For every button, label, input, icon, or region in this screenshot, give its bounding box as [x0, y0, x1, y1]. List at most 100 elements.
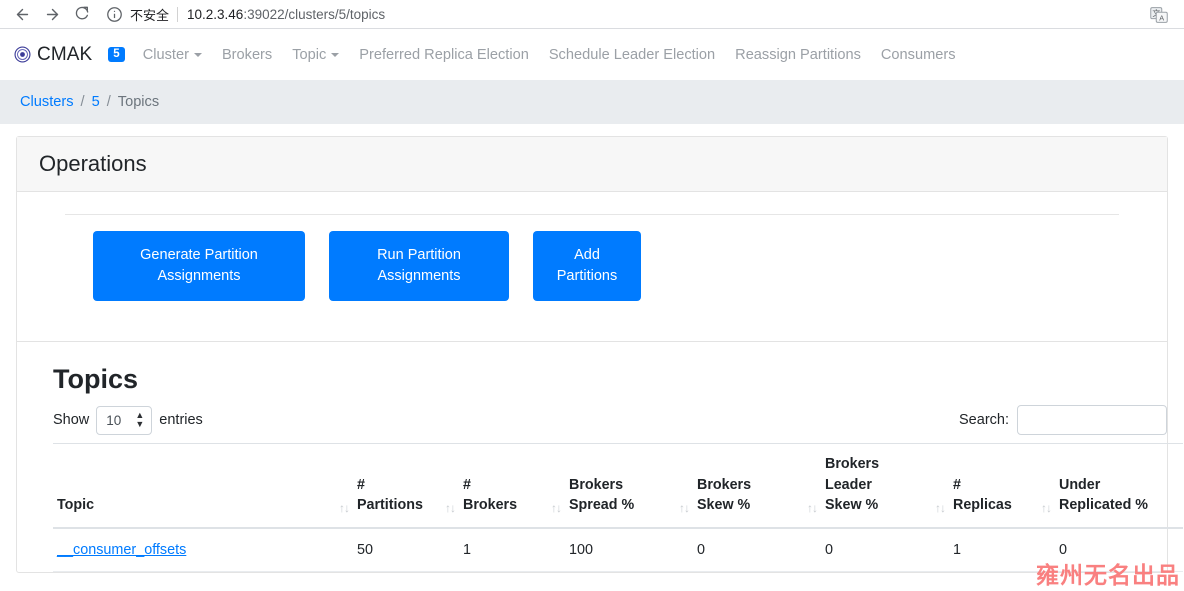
forward-arrow-icon[interactable] — [38, 0, 66, 28]
generate-partition-assignments-button[interactable]: Generate Partition Assignments — [93, 231, 305, 302]
nav-item-reassign-partitions[interactable]: Reassign Partitions — [725, 47, 871, 63]
breadcrumb: Clusters / 5 / Topics — [0, 80, 1184, 124]
run-partition-assignments-line1: Run Partition — [377, 247, 461, 263]
url-path: :39022/clusters/5/topics — [243, 6, 386, 22]
nav-item-consumers-label: Consumers — [880, 46, 956, 63]
page-size-select[interactable]: 10 25 50 100 — [96, 405, 153, 435]
col-header-topic-line1: Topic — [57, 497, 95, 514]
page-size-select-wrap: 10 25 50 100 ▲▼ — [96, 405, 153, 435]
col-header-brokers-line2: Brokers — [463, 497, 518, 514]
col-header-brokers-leader-skew-line2: Skew % — [825, 497, 879, 514]
brand-cmak[interactable]: CMAK — [14, 44, 92, 66]
sort-icon: ↑↓ — [935, 501, 946, 516]
sort-icon: ↑↓ — [339, 501, 350, 516]
operations-card-header: Operations — [17, 137, 1167, 192]
topics-table-wrap: Topic ↑↓ # Partitions ↑↓ # Brokers ↑↓ Br… — [53, 443, 1183, 573]
col-header-replicas-line1: # — [953, 476, 961, 493]
nav-item-reassign-partitions-label: Reassign Partitions — [735, 46, 861, 63]
topic-link[interactable]: __consumer_offsets — [57, 542, 186, 558]
bullseye-logo-icon — [14, 46, 31, 63]
watermark-text: 雍州无名出品 — [1036, 563, 1180, 589]
breadcrumb-item-clusters[interactable]: Clusters — [20, 94, 74, 110]
info-circle-icon[interactable] — [106, 6, 123, 23]
browser-nav-buttons — [8, 0, 96, 28]
main-content: Operations Generate Partition Assignment… — [0, 124, 1184, 574]
breadcrumb-separator: / — [80, 94, 85, 110]
table-controls: Show 10 25 50 100 ▲▼ entries — [53, 405, 1167, 436]
col-header-brokers[interactable]: # Brokers ↑↓ — [459, 443, 565, 530]
operations-card-body: Generate Partition Assignments Run Parti… — [17, 192, 1167, 327]
operations-card: Operations Generate Partition Assignment… — [16, 136, 1183, 574]
col-header-partitions[interactable]: # Partitions ↑↓ — [353, 443, 459, 530]
entries-label: entries — [159, 412, 203, 429]
nav-item-cluster[interactable]: Cluster — [133, 47, 212, 63]
nav-item-consumers[interactable]: Consumers — [871, 47, 966, 63]
nav-item-schedule-leader-election[interactable]: Schedule Leader Election — [539, 47, 725, 63]
breadcrumb-separator: / — [106, 94, 111, 110]
translate-icon[interactable]: 文 A — [1148, 4, 1170, 26]
run-partition-assignments-line2: Assignments — [377, 268, 461, 285]
sort-icon: ↑↓ — [807, 501, 818, 516]
add-partitions-line1: Add — [574, 247, 600, 263]
omnibox-divider — [177, 6, 179, 22]
col-header-brokers-leader-skew[interactable]: Brokers Leader Skew % ↑↓ — [821, 443, 949, 530]
nav-item-brokers-label: Brokers — [221, 46, 273, 63]
col-header-brokers-skew-line2: Skew % — [697, 497, 751, 514]
topics-table: Topic ↑↓ # Partitions ↑↓ # Brokers ↑↓ Br… — [53, 443, 1183, 573]
add-partitions-button[interactable]: Add Partitions — [533, 231, 641, 302]
add-partitions-line2: Partitions — [556, 268, 618, 285]
cell-brokers-skew: 0 — [693, 528, 821, 573]
operations-divider — [65, 214, 1119, 215]
nav-item-cluster-label: Cluster — [142, 46, 189, 63]
col-header-topic[interactable]: Topic ↑↓ — [53, 443, 353, 530]
col-header-replicas-line2: Replicas — [953, 497, 1012, 514]
nav-item-schedule-leader-election-label: Schedule Leader Election — [548, 46, 716, 63]
cell-brokers: 1 — [459, 528, 565, 573]
col-header-under-replicated-line2: Replicated % — [1059, 497, 1148, 514]
url-host: 10.2.3.46 — [187, 6, 244, 22]
topics-panel: Topics Show 10 25 50 100 ▲▼ — [17, 341, 1183, 573]
topics-table-body: __consumer_offsets 50 1 100 0 0 1 0 — [53, 528, 1183, 573]
generate-partition-assignments-line1: Generate Partition — [140, 247, 258, 263]
nav-item-brokers[interactable]: Brokers — [212, 47, 282, 63]
security-status-label: 不安全 — [130, 7, 170, 23]
operations-button-row: Generate Partition Assignments Run Parti… — [45, 231, 1139, 302]
breadcrumb-item-topics: Topics — [117, 94, 160, 110]
back-arrow-icon[interactable] — [8, 0, 36, 28]
page-root: 不安全 10.2.3.46:39022/clusters/5/topics 文 … — [0, 0, 1184, 591]
brand-label: CMAK — [37, 43, 93, 65]
col-header-brokers-line1: # — [463, 476, 471, 493]
sort-icon: ↑↓ — [445, 501, 456, 516]
col-header-under-replicated[interactable]: Under Replicated % — [1055, 443, 1183, 530]
address-bar[interactable]: 不安全 10.2.3.46:39022/clusters/5/topics 文 … — [106, 1, 1176, 27]
col-header-brokers-skew[interactable]: Brokers Skew % ↑↓ — [693, 443, 821, 530]
cell-topic: __consumer_offsets — [53, 528, 353, 573]
browser-toolbar: 不安全 10.2.3.46:39022/clusters/5/topics 文 … — [0, 0, 1184, 28]
col-header-brokers-skew-line1: Brokers — [697, 476, 752, 493]
col-header-partitions-line2: Partitions — [357, 497, 423, 514]
generate-partition-assignments-line2: Assignments — [157, 268, 241, 285]
sort-icon: ↑↓ — [1041, 501, 1052, 516]
table-row: __consumer_offsets 50 1 100 0 0 1 0 — [53, 528, 1183, 573]
nav-item-preferred-replica-election-label: Preferred Replica Election — [359, 46, 529, 63]
svg-text:A: A — [1159, 14, 1164, 23]
nav-item-topic[interactable]: Topic — [282, 47, 349, 63]
col-header-under-replicated-line1: Under — [1059, 476, 1101, 493]
topics-table-head: Topic ↑↓ # Partitions ↑↓ # Brokers ↑↓ Br… — [53, 443, 1183, 530]
col-header-brokers-leader-skew-line1: Brokers Leader — [825, 456, 880, 493]
nav-item-preferred-replica-election[interactable]: Preferred Replica Election — [349, 47, 539, 63]
breadcrumb-item-cluster-id[interactable]: 5 — [92, 94, 100, 110]
sort-icon: ↑↓ — [551, 501, 562, 516]
topics-header-row: Topic ↑↓ # Partitions ↑↓ # Brokers ↑↓ Br… — [53, 443, 1183, 530]
run-partition-assignments-button[interactable]: Run Partition Assignments — [329, 231, 509, 302]
cluster-badge[interactable]: 5 — [108, 46, 125, 63]
search-control: Search: — [959, 405, 1167, 436]
col-header-replicas[interactable]: # Replicas ↑↓ — [949, 443, 1055, 530]
col-header-brokers-spread[interactable]: Brokers Spread % ↑↓ — [565, 443, 693, 530]
sort-icon: ↑↓ — [679, 501, 690, 516]
col-header-brokers-spread-line2: Spread % — [569, 497, 635, 514]
search-label: Search: — [959, 412, 1009, 429]
reload-icon[interactable] — [68, 0, 96, 28]
search-input[interactable] — [1017, 405, 1167, 436]
col-header-partitions-line1: # — [357, 476, 365, 493]
